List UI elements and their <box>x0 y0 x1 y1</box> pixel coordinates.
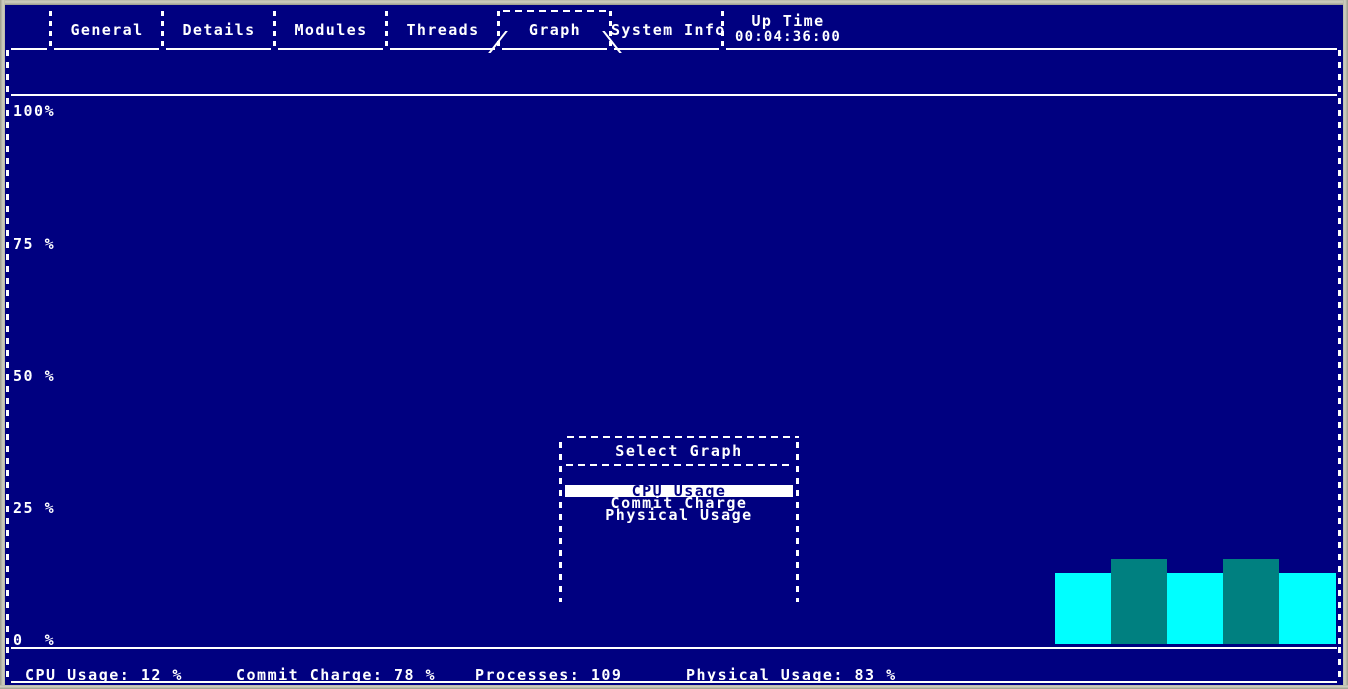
tab-bar: General Details Modules Threads Graph System … <box>5 5 1343 53</box>
uptime-indicator: Up Time 00:04:36:00 <box>723 5 853 48</box>
status-border-left <box>6 647 9 683</box>
tab-separator <box>609 11 612 49</box>
tab-separator <box>721 11 724 49</box>
dialog-title: Select Graph <box>615 442 743 460</box>
tab-separator <box>161 11 164 49</box>
selected-tab-top-edge <box>503 10 607 12</box>
tab-label: Threads <box>406 21 480 39</box>
dialog-option-list[interactable]: CPU Usage Commit Charge Physical Usage <box>565 484 793 523</box>
graph-bar <box>1279 573 1336 644</box>
status-bar: CPU Usage: 12 % Commit Charge: 78 % Proces… <box>5 647 1343 685</box>
terminal-screen: General Details Modules Threads Graph System … <box>5 5 1343 685</box>
dialog-option-physical-usage[interactable]: Physical Usage <box>565 508 793 523</box>
tab-separator <box>49 11 52 49</box>
window-frame-right <box>1343 0 1348 689</box>
tab-separator <box>273 11 276 49</box>
tab-label: Details <box>182 21 256 39</box>
tab-system-info[interactable]: System Info <box>611 5 726 48</box>
status-item: Physical Usage: 83 % <box>686 666 897 684</box>
status-item: Commit Charge: 78 % <box>236 666 437 684</box>
graph-bar <box>1167 573 1223 644</box>
graph-bar <box>1111 559 1167 644</box>
tab-modules[interactable]: Modules <box>275 5 387 48</box>
dialog-border-right <box>796 442 799 602</box>
tab-label: General <box>70 21 144 39</box>
tab-label: Modules <box>294 21 368 39</box>
graph-bar <box>1223 559 1279 644</box>
dialog-border-top <box>567 436 799 438</box>
tab-label: Graph <box>528 21 582 39</box>
select-graph-dialog[interactable]: Select Graph CPU Usage Commit Charge Physi… <box>557 436 801 602</box>
status-item: CPU Usage: 12 % <box>25 666 183 684</box>
tab-general[interactable]: General <box>51 5 163 48</box>
tab-separator <box>497 11 500 49</box>
tab-separator <box>385 11 388 49</box>
dialog-border-left <box>559 442 562 602</box>
tab-label: System Info <box>611 21 726 39</box>
app-window: General Details Modules Threads Graph System … <box>0 0 1348 689</box>
status-rule-top <box>11 647 1337 649</box>
status-rule-bottom <box>11 681 1337 683</box>
dialog-title-divider <box>566 464 793 466</box>
status-border-right <box>1338 647 1341 683</box>
uptime-value: 00:04:36:00 <box>735 29 841 45</box>
tab-threads[interactable]: Threads <box>387 5 499 48</box>
uptime-label: Up Time <box>751 12 825 30</box>
window-frame-bottom <box>0 685 1348 689</box>
status-item: Processes: 109 <box>475 666 623 684</box>
graph-bar <box>1055 573 1111 644</box>
tab-details[interactable]: Details <box>163 5 275 48</box>
